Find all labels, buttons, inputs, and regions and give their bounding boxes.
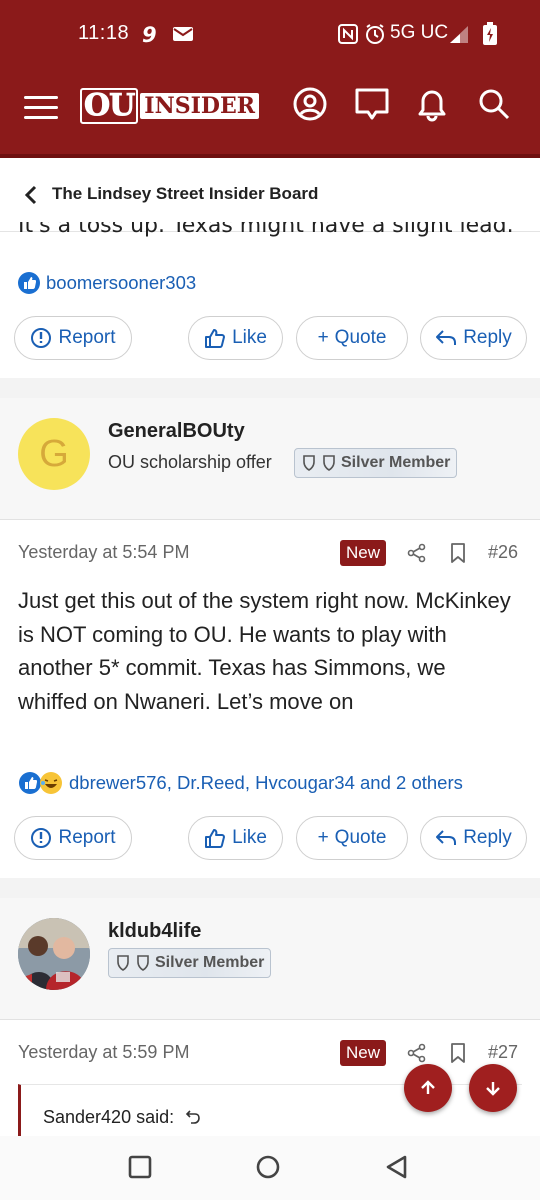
avatar[interactable]: G — [18, 418, 90, 490]
post-author-block: kldub4life Silver Member — [0, 898, 540, 1020]
breadcrumb-label: The Lindsey Street Insider Board — [52, 184, 319, 203]
like-button[interactable]: Like — [188, 816, 283, 860]
reactions-bar[interactable]: dbrewer576, Dr.Reed, Hvcougar34 and 2 ot… — [18, 768, 463, 798]
user-title: OU scholarship offer — [108, 452, 272, 472]
back-icon[interactable] — [384, 1154, 410, 1184]
author-name[interactable]: kldub4life — [108, 920, 201, 943]
search-icon[interactable] — [476, 86, 512, 122]
reply-icon — [436, 830, 457, 845]
author-name[interactable]: GeneralBOUty — [108, 420, 245, 443]
home-icon[interactable] — [255, 1154, 281, 1184]
reaction-users[interactable]: dbrewer576, Dr.Reed, Hvcougar34 and 2 ot… — [69, 772, 463, 794]
post-date[interactable]: Yesterday at 5:59 PM — [18, 1042, 189, 1063]
post-meta: Yesterday at 5:59 PM New #27 — [0, 1036, 540, 1076]
reactions-bar[interactable]: boomersooner303 — [18, 268, 196, 298]
quote-button[interactable]: + Quote — [296, 816, 408, 860]
post-number[interactable]: #27 — [488, 1042, 518, 1063]
status-bar: 11:18 9 5G UC — [0, 0, 540, 72]
post-actions: Report Like + Quote Reply — [0, 816, 540, 864]
notification-9-icon: 9 — [140, 22, 162, 46]
member-badge: Silver Member — [108, 948, 272, 978]
alarm-icon — [364, 22, 386, 46]
quote-button[interactable]: + Quote — [296, 316, 408, 360]
like-icon — [205, 329, 226, 348]
app-header: OU INSIDER — [0, 72, 540, 158]
reaction-users[interactable]: boomersooner303 — [46, 272, 196, 294]
plus-icon: + — [317, 827, 329, 848]
scroll-up-button[interactable] — [404, 1064, 452, 1112]
shield-icon — [117, 955, 149, 971]
bell-icon[interactable] — [414, 86, 450, 122]
chevron-left-icon — [22, 184, 40, 210]
recents-icon[interactable] — [127, 1154, 153, 1184]
battery-icon — [482, 22, 498, 46]
mail-icon — [172, 22, 194, 46]
arrow-down-icon — [486, 1082, 500, 1096]
system-nav-bar — [0, 1136, 540, 1200]
post-date[interactable]: Yesterday at 5:54 PM — [18, 542, 189, 563]
avatar[interactable] — [18, 918, 90, 990]
reply-button[interactable]: Reply — [420, 816, 527, 860]
logo-insider: INSIDER — [140, 93, 260, 119]
site-logo[interactable]: OU INSIDER — [80, 88, 260, 124]
goto-quote-icon — [185, 1110, 200, 1124]
logo-ou: OU — [80, 88, 139, 124]
reply-button[interactable]: Reply — [420, 316, 527, 360]
plus-icon: + — [317, 327, 329, 348]
share-icon[interactable] — [406, 542, 428, 568]
status-time: 11:18 — [78, 22, 130, 44]
reply-icon — [436, 330, 457, 345]
report-icon — [31, 828, 52, 848]
report-button[interactable]: Report — [14, 816, 132, 860]
like-reaction-icon — [18, 272, 40, 294]
bookmark-icon[interactable] — [448, 1042, 468, 1068]
quote-author[interactable]: Sander420 said: — [43, 1107, 201, 1128]
post-actions: Report Like + Quote Reply — [0, 316, 540, 364]
previous-post-text: It's a toss up. Texas might have a sligh… — [18, 222, 514, 238]
arrow-up-icon — [421, 1080, 435, 1094]
signal-icon — [448, 22, 470, 46]
like-icon — [205, 829, 226, 848]
laugh-reaction-icon — [40, 772, 62, 794]
bookmark-icon[interactable] — [448, 542, 468, 568]
report-icon — [31, 328, 52, 348]
network-label: 5G UC — [390, 22, 449, 43]
post-separator — [0, 378, 540, 398]
post-author-block: G GeneralBOUty OU scholarship offer Silv… — [0, 398, 540, 520]
report-button[interactable]: Report — [14, 316, 132, 360]
chat-icon[interactable] — [354, 86, 390, 122]
like-button[interactable]: Like — [188, 316, 283, 360]
post-meta: Yesterday at 5:54 PM New #26 — [0, 536, 540, 576]
scroll-down-button[interactable] — [469, 1064, 517, 1112]
new-badge: New — [340, 1040, 387, 1066]
menu-icon[interactable] — [24, 92, 60, 122]
post-body: Just get this out of the system right no… — [18, 588, 511, 714]
new-badge: New — [340, 540, 387, 566]
post-number[interactable]: #26 — [488, 542, 518, 563]
post-separator — [0, 878, 540, 898]
svg-text:9: 9 — [142, 23, 157, 45]
member-badge: Silver Member — [294, 448, 458, 478]
nfc-icon — [338, 22, 358, 46]
shield-icon — [303, 455, 335, 471]
user-icon[interactable] — [292, 86, 328, 122]
